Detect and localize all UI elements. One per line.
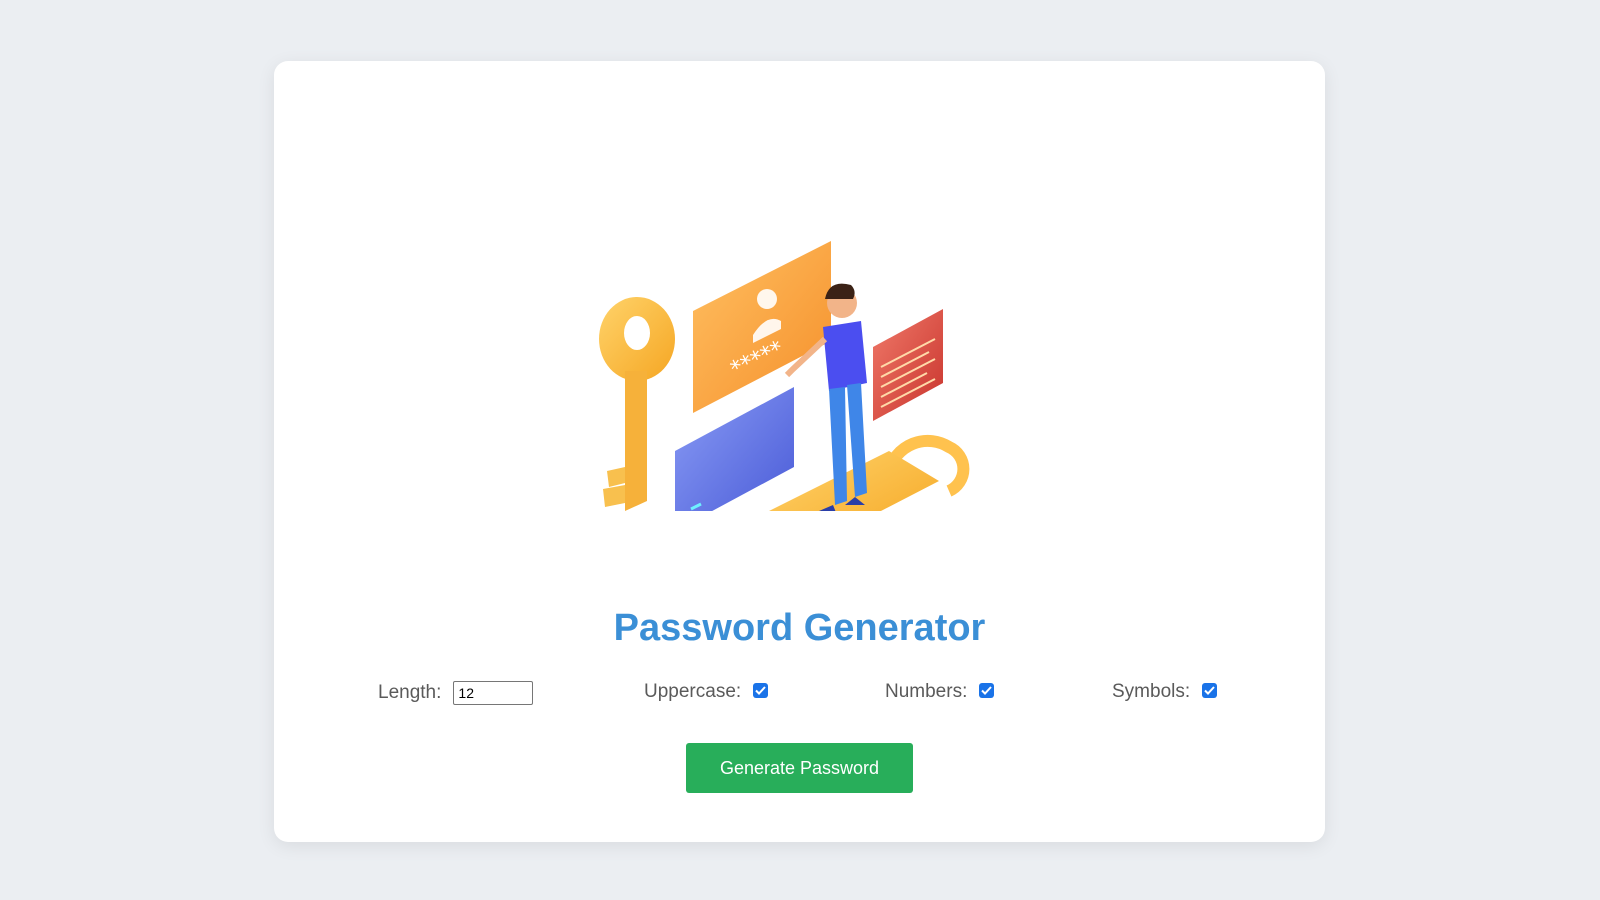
security-illustration: ***** [599,241,970,511]
numbers-option: Numbers: [885,681,995,703]
length-option: Length: [378,681,534,705]
generate-password-button[interactable]: Generate Password [686,743,913,793]
length-label: Length: [378,682,442,703]
padlock-icon [769,434,970,511]
symbols-checkbox[interactable] [1202,682,1218,698]
symbols-label: Symbols: [1112,681,1191,702]
length-input[interactable] [453,681,534,705]
symbols-option: Symbols: [1112,681,1218,703]
numbers-label: Numbers: [885,681,968,702]
uppercase-option: Uppercase: [644,681,769,703]
login-card-icon: ***** [693,241,831,413]
key-icon [599,297,675,511]
uppercase-checkbox[interactable] [753,682,769,698]
screen-panel-icon [675,387,794,511]
code-panel-icon [873,309,943,421]
page-title: Password Generator [613,607,986,649]
numbers-checkbox[interactable] [979,682,995,698]
generator-card: ***** Password Generator Length: 12 Uppe… [274,61,1325,842]
uppercase-label: Uppercase: [644,681,742,702]
